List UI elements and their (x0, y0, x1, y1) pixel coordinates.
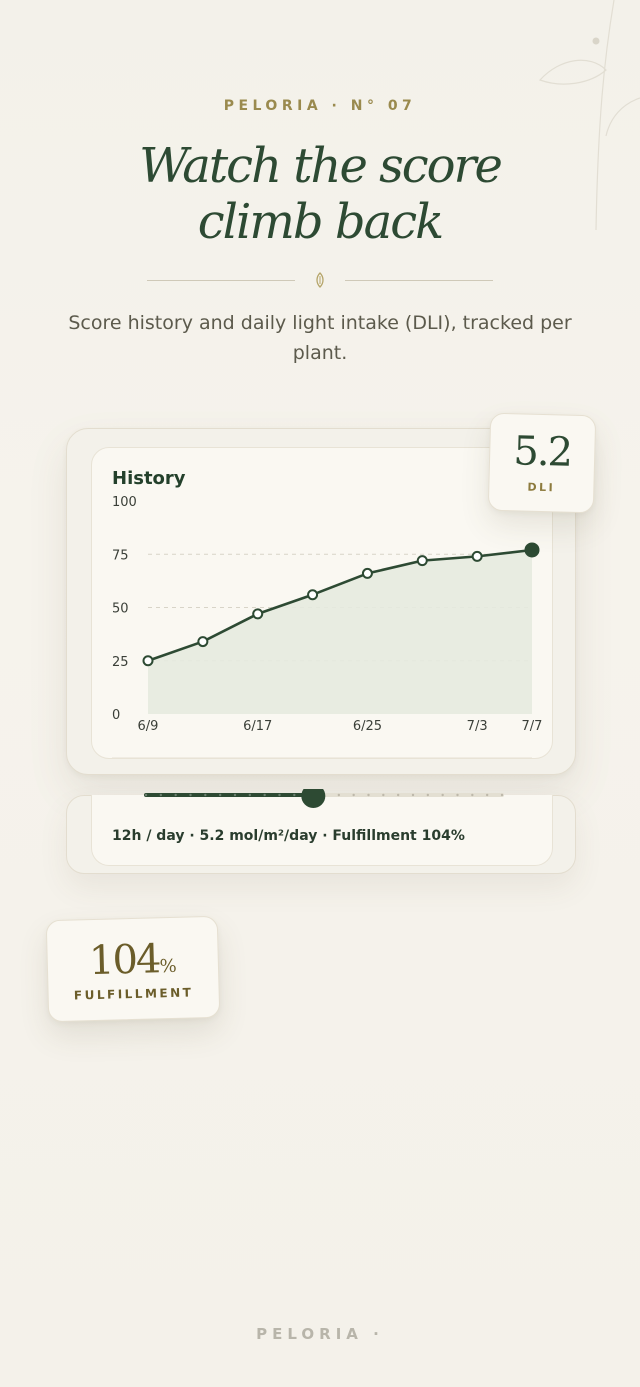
history-chart: 0 25 50 75 100 6/9 6/17 6/25 7/3 7/7 (112, 495, 543, 758)
slider-tick (189, 793, 192, 797)
fulfillment-label: FULFILLMENT (73, 985, 194, 1003)
slider-tick (337, 793, 341, 797)
y-tick-label: 0 (112, 708, 120, 723)
data-point (471, 550, 483, 562)
area-fill (148, 549, 532, 714)
slider-tick (441, 793, 444, 797)
history-card-inner: History 0 25 50 75 100 6/9 6/17 6/25 7/3 7/7 (91, 447, 553, 759)
dli-badge: 5.2 DLI (487, 412, 597, 514)
x-tick-label: 6/17 (243, 719, 272, 734)
x-tick-label: 6/9 (138, 719, 159, 734)
slider-tick (174, 793, 177, 797)
x-tick-label: 7/3 (467, 719, 488, 734)
x-tick-label: 6/25 (353, 719, 382, 734)
fulfillment-badge: 104% FULFILLMENT (45, 915, 221, 1023)
slider-tick (411, 793, 415, 797)
data-point (197, 636, 209, 648)
data-point-latest (524, 542, 540, 558)
data-point (307, 589, 319, 601)
slider-tick (485, 793, 489, 797)
y-tick-label: 75 (112, 548, 129, 563)
dli-value: 5.2 (512, 428, 572, 476)
fulfillment-unit: % (159, 955, 177, 978)
slider-tick (159, 793, 163, 797)
slider-tick (144, 793, 148, 797)
data-point (416, 555, 428, 567)
dli-label: DLI (527, 480, 556, 495)
slider-tick (396, 793, 400, 797)
slider-knob[interactable] (301, 789, 326, 808)
seed-icon (316, 272, 324, 288)
slider-tick (278, 793, 281, 797)
slider-tick (204, 793, 207, 797)
page-title: Watch the score climb back (0, 138, 640, 250)
y-tick-label: 25 (112, 655, 129, 670)
fulfillment-value: 104 (88, 936, 160, 985)
light-schedule-card-inner: 12h / day · 5.2 mol/m²/day · Fulfillment… (91, 789, 553, 866)
slider-tick (367, 793, 370, 797)
footer-brand: PELORIA · (256, 1325, 384, 1343)
slider-tick (352, 793, 355, 797)
ornament-divider (147, 272, 493, 288)
slider-tick (248, 793, 252, 797)
slider-tick (263, 793, 266, 797)
fulfillment-value-wrap: 104% (47, 935, 218, 985)
title-line-2: climb back (197, 194, 444, 250)
title-line-1: Watch the score (139, 138, 503, 194)
data-point (361, 567, 373, 579)
slider-tick (471, 793, 474, 797)
page-subtitle: Score history and daily light intake (DL… (68, 312, 572, 364)
data-point (142, 655, 154, 667)
slider-tick (293, 793, 296, 797)
x-tick-label: 7/7 (522, 719, 543, 734)
slider-tick (382, 793, 385, 797)
slider-tick (218, 793, 222, 797)
slider-tick (500, 793, 504, 797)
light-schedule-card: 12h / day · 5.2 mol/m²/day · Fulfillment… (66, 789, 576, 874)
light-summary: 12h / day · 5.2 mol/m²/day · Fulfillment… (112, 828, 465, 844)
eyebrow-label: PELORIA · N° 07 (223, 98, 417, 114)
y-tick-label: 50 (112, 602, 129, 617)
slider-tick (233, 793, 237, 797)
light-hours-slider[interactable] (142, 789, 506, 809)
slider-tick (426, 793, 430, 797)
data-point (252, 608, 264, 620)
slider-tick (456, 793, 459, 797)
y-tick-label: 100 (112, 495, 137, 510)
